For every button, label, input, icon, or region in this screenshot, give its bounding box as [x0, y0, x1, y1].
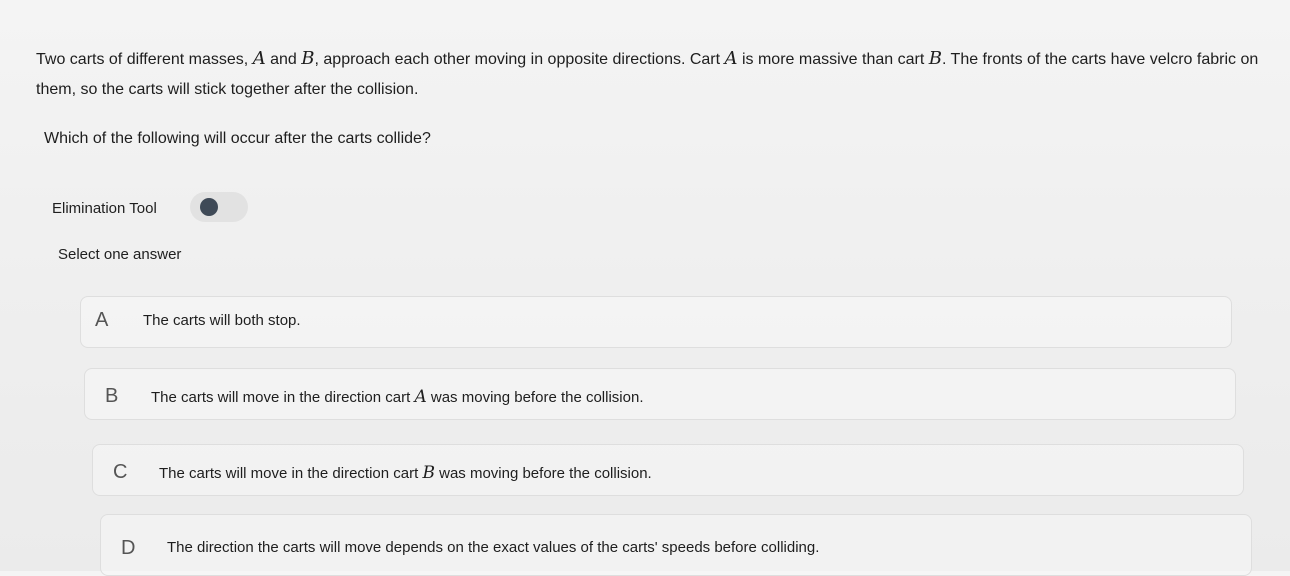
option-letter: D [121, 537, 136, 559]
answer-option-c[interactable]: C The carts will move in the direction c… [92, 444, 1244, 496]
option-text-part: was moving before the collision. [434, 465, 652, 482]
answer-option-b[interactable]: B The carts will move in the direction c… [84, 368, 1236, 420]
question-part: is more massive than cart [737, 51, 929, 68]
question-text: Two carts of different masses, A and B, … [36, 44, 1276, 105]
question-part: and [265, 51, 302, 68]
option-letter: C [113, 461, 128, 483]
elimination-tool-label: Elimination Tool [52, 200, 157, 217]
math-variable: A [724, 48, 738, 69]
math-variable: B [301, 48, 315, 69]
question-part: Two carts of different masses, [36, 51, 253, 68]
option-text-part: was moving before the collision. [426, 389, 644, 406]
question-prompt: Which of the following will occur after … [44, 130, 431, 147]
select-one-hint: Select one answer [58, 246, 182, 263]
math-variable: A [252, 48, 266, 69]
option-text: The carts will move in the direction car… [159, 463, 652, 483]
math-variable: B [928, 48, 942, 69]
elimination-tool-toggle[interactable] [190, 192, 248, 222]
option-text-content: The carts will both stop. [143, 312, 301, 329]
option-text-content: The direction the carts will move depend… [167, 539, 820, 556]
math-variable: B [422, 463, 435, 483]
option-text: The carts will both stop. [143, 312, 301, 329]
option-letter: A [95, 309, 109, 331]
option-text-part: The carts will move in the direction car… [159, 465, 423, 482]
option-text-part: The carts will move in the direction car… [151, 389, 415, 406]
answer-option-d[interactable]: D The direction the carts will move depe… [100, 514, 1252, 576]
option-text: The carts will move in the direction car… [151, 387, 644, 407]
math-variable: A [414, 387, 427, 407]
answer-option-a[interactable]: A The carts will both stop. [80, 296, 1232, 348]
option-letter: B [105, 385, 119, 407]
toggle-knob [200, 198, 218, 216]
option-text: The direction the carts will move depend… [167, 539, 819, 556]
question-part: , approach each other moving in opposite… [314, 51, 725, 68]
